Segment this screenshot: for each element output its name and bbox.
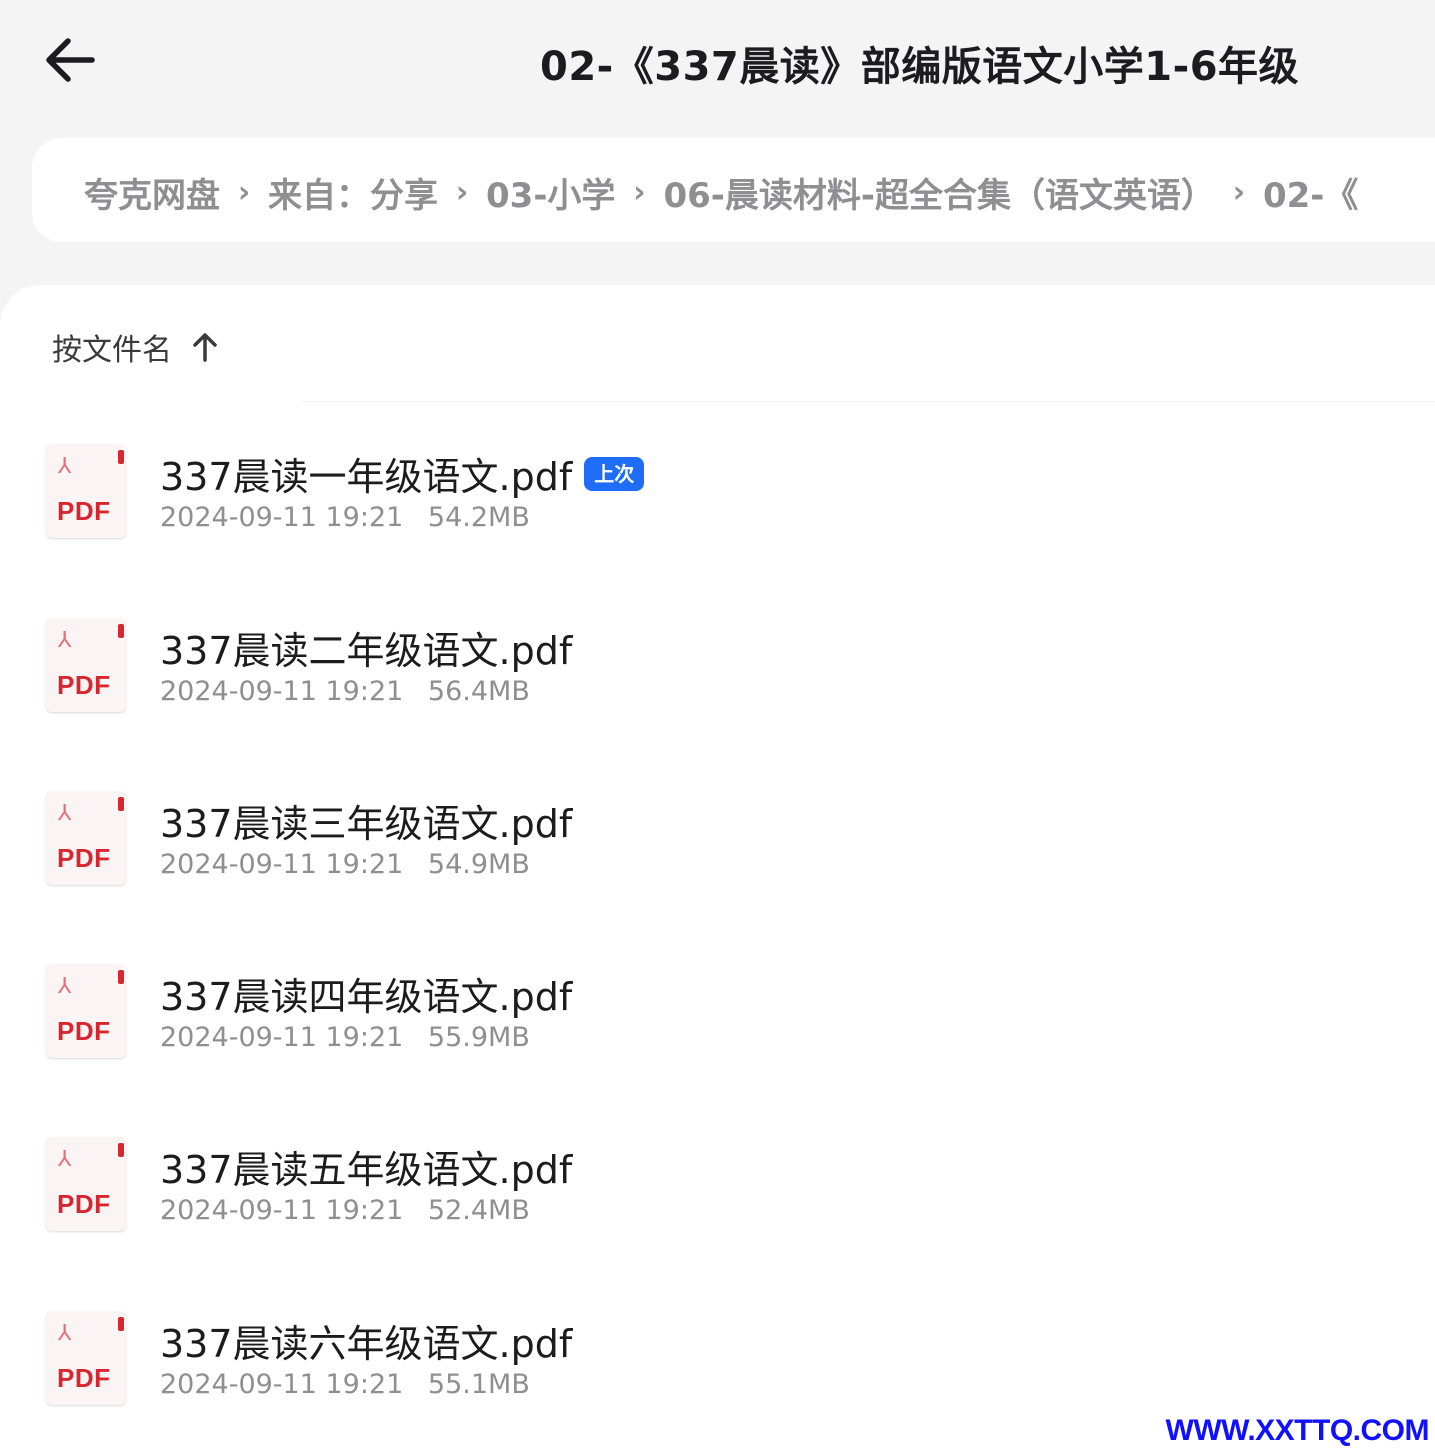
file-size: 54.2MB [427,502,530,533]
pdf-file-icon: ⅄ PDF [46,964,126,1058]
breadcrumb: 夸克网盘 › 来自：分享 › 03-小学 › 06-晨读材料-超全合集（语文英语… [32,138,1435,242]
divider [300,401,1435,402]
sort-by-name-button[interactable]: 按文件名 [52,325,218,369]
watermark: WWW.XXTTQ.COM [1165,1414,1430,1447]
file-item[interactable]: ⅄ PDF 337晨读二年级语文.pdf 2024-09-11 19:21 56… [0,618,1435,748]
breadcrumb-item-primary[interactable]: 03-小学 [486,168,615,217]
file-size: 56.4MB [427,676,530,707]
header-bar: 02-《337晨读》部编版语文小学1-6年级 [0,0,1435,120]
file-date: 2024-09-11 19:21 [160,502,404,533]
breadcrumb-item-current[interactable]: 02-《 [1263,168,1358,217]
last-opened-badge: 上次 [584,456,645,491]
pdf-file-icon: ⅄ PDF [46,618,126,712]
file-list-panel: 按文件名 ⅄ PDF 337晨读一年级语文.pdf 上次 2024-09-11 … [0,285,1435,1453]
chevron-right-icon: › [633,175,646,210]
pdf-file-icon: ⅄ PDF [46,444,126,538]
file-name: 337晨读一年级语文.pdf [160,455,573,499]
file-name: 337晨读三年级语文.pdf [160,802,573,846]
file-item[interactable]: ⅄ PDF 337晨读三年级语文.pdf 2024-09-11 19:21 54… [0,791,1435,921]
breadcrumb-item-share[interactable]: 来自：分享 [268,168,438,217]
breadcrumb-item-root[interactable]: 夸克网盘 [84,168,220,217]
file-item[interactable]: ⅄ PDF 337晨读五年级语文.pdf 2024-09-11 19:21 52… [0,1137,1435,1267]
file-date: 2024-09-11 19:21 [160,849,404,880]
arrow-left-icon [46,38,95,82]
file-item[interactable]: ⅄ PDF 337晨读一年级语文.pdf 上次 2024-09-11 19:21… [0,444,1435,574]
sort-label: 按文件名 [52,333,172,368]
pdf-file-icon: ⅄ PDF [46,1311,126,1405]
file-date: 2024-09-11 19:21 [160,1022,404,1053]
file-name: 337晨读二年级语文.pdf [160,629,573,673]
file-size: 52.4MB [427,1195,530,1226]
pdf-file-icon: ⅄ PDF [46,1137,126,1231]
breadcrumb-item-morning-reading[interactable]: 06-晨读材料-超全合集（语文英语） [663,168,1215,217]
page-title: 02-《337晨读》部编版语文小学1-6年级 [540,44,1300,90]
file-size: 55.9MB [427,1022,530,1053]
file-date: 2024-09-11 19:21 [160,676,404,707]
file-name: 337晨读五年级语文.pdf [160,1148,573,1192]
file-size: 54.9MB [427,849,530,880]
pdf-file-icon: ⅄ PDF [46,791,126,885]
file-date: 2024-09-11 19:21 [160,1195,404,1226]
file-date: 2024-09-11 19:21 [160,1369,404,1400]
file-name: 337晨读六年级语文.pdf [160,1322,573,1366]
back-button[interactable] [40,30,100,90]
chevron-right-icon: › [237,175,251,210]
file-name: 337晨读四年级语文.pdf [160,975,573,1019]
file-size: 55.1MB [427,1369,530,1400]
file-item[interactable]: ⅄ PDF 337晨读四年级语文.pdf 2024-09-11 19:21 55… [0,964,1435,1094]
arrow-up-icon [193,333,217,362]
chevron-right-icon: › [455,175,469,210]
chevron-right-icon: › [1232,175,1246,210]
